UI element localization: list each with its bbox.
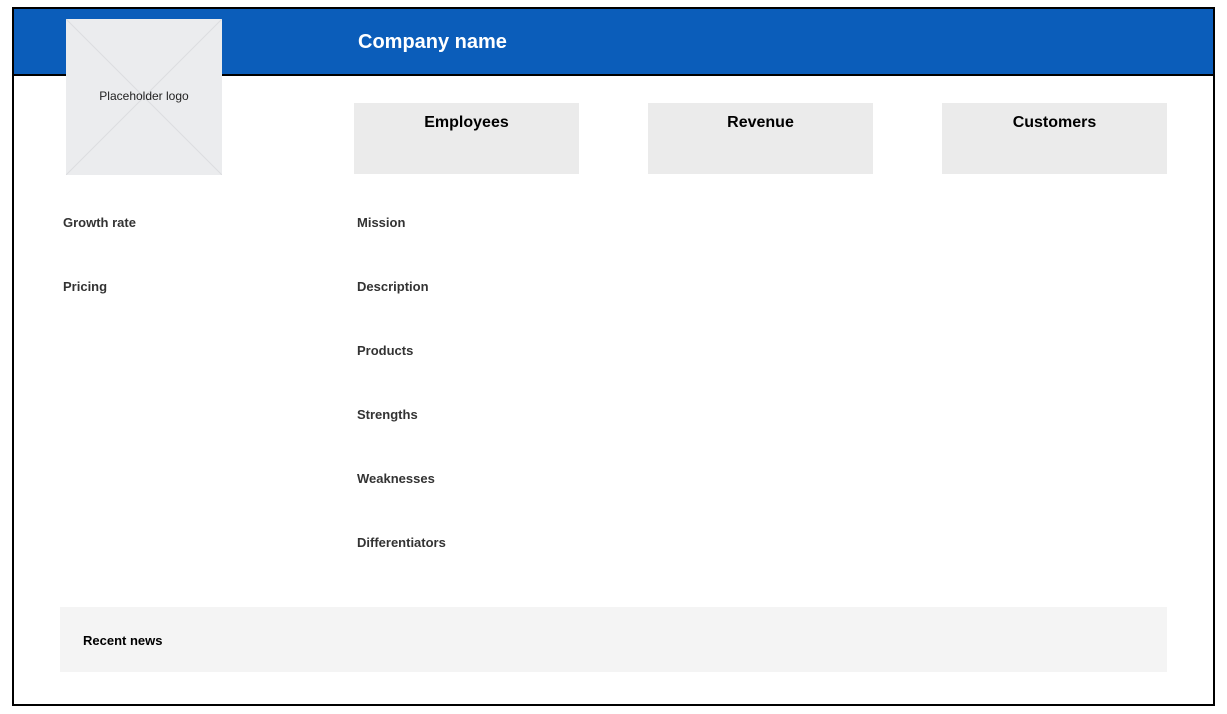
company-name: Company name	[358, 31, 507, 53]
field-strengths: Strengths	[357, 407, 418, 422]
stat-employees: Employees	[354, 103, 579, 174]
field-products: Products	[357, 343, 414, 358]
field-pricing: Pricing	[63, 279, 108, 294]
field-differentiators: Differentiators	[357, 535, 446, 550]
field-growth-rate: Growth rate	[63, 215, 136, 230]
company-profile-card: Company name Placeholder logo Employees …	[12, 7, 1215, 706]
logo-label: Placeholder logo	[99, 89, 189, 103]
recent-news-section: Recent news	[60, 607, 1167, 672]
field-weaknesses: Weaknesses	[357, 471, 435, 486]
logo-placeholder[interactable]: Placeholder logo	[66, 19, 222, 175]
field-mission: Mission	[357, 215, 406, 230]
stat-revenue: Revenue	[648, 103, 873, 174]
recent-news-label: Recent news	[83, 633, 163, 648]
stat-customers: Customers	[942, 103, 1167, 174]
stat-label: Revenue	[727, 114, 794, 131]
stat-label: Employees	[424, 114, 509, 131]
stat-label: Customers	[1012, 114, 1097, 131]
field-description: Description	[357, 279, 429, 294]
